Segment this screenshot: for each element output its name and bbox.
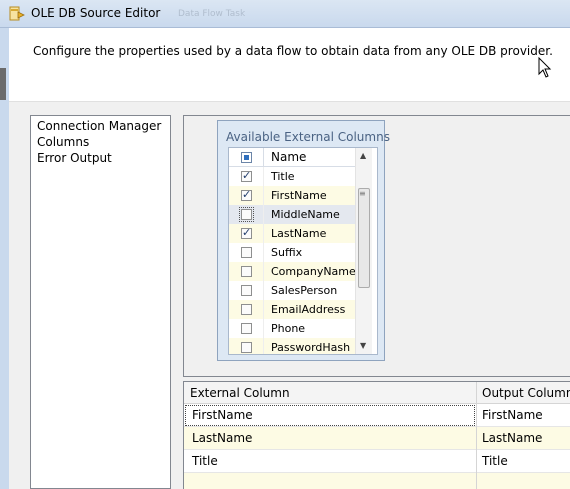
output-column-header[interactable]: Output Column [482, 386, 570, 400]
window-title: OLE DB Source Editor [31, 6, 161, 20]
column-checkbox[interactable] [241, 323, 252, 334]
column-checkbox[interactable]: ✓ [241, 188, 252, 201]
column-row[interactable]: CompanyName [229, 262, 356, 281]
list-header: Name [229, 148, 355, 167]
cell-separator [263, 186, 264, 205]
mapping-row[interactable]: Title Title [184, 450, 570, 473]
column-name: CompanyName [271, 265, 356, 278]
output-column-cell[interactable]: Title [482, 454, 508, 468]
column-checkbox[interactable] [241, 247, 252, 258]
select-all-checkbox[interactable] [241, 152, 252, 163]
column-separator[interactable] [476, 382, 477, 489]
external-column-header[interactable]: External Column [190, 386, 290, 400]
name-column-header[interactable]: Name [271, 150, 306, 164]
output-column-cell[interactable]: LastName [482, 431, 542, 445]
cell-separator [263, 319, 264, 338]
nav-item-columns[interactable]: Columns [37, 135, 89, 149]
output-column-cell[interactable]: FirstName [482, 408, 543, 422]
mouse-pointer-icon [538, 56, 552, 82]
column-row[interactable]: Suffix [229, 243, 355, 262]
column-row[interactable]: Phone [229, 319, 355, 338]
column-row[interactable]: MiddleName [229, 205, 355, 224]
nav-item-error-output[interactable]: Error Output [37, 151, 112, 165]
scroll-thumb[interactable] [358, 188, 370, 288]
available-columns-box: Available External Columns Name ✓ Title ✓ F… [217, 120, 390, 361]
cell-separator [263, 262, 264, 281]
column-row[interactable]: ✓ FirstName [229, 186, 355, 205]
column-name: FirstName [271, 189, 327, 202]
nav-item-connection-manager[interactable]: Connection Manager [37, 119, 161, 133]
column-name: PasswordHash [271, 341, 351, 354]
cell-separator [263, 300, 264, 319]
window-frame-marker [0, 68, 6, 100]
column-mapping-grid: External Column Output Column FirstName F… [183, 381, 570, 489]
grip-icon: ≡ [359, 189, 366, 198]
available-columns-title: Available External Columns [226, 130, 390, 144]
checkmark-icon: ✓ [242, 188, 252, 201]
page-navigation: Connection Manager Columns Error Output [30, 115, 171, 489]
external-column-cell[interactable]: Title [192, 454, 218, 468]
column-name: EmailAddress [271, 303, 346, 316]
column-checkbox[interactable] [239, 207, 254, 222]
column-checkbox[interactable] [241, 304, 252, 315]
column-name: SalesPerson [271, 284, 338, 297]
background-tab-hint: Data Flow Task [178, 9, 246, 19]
column-checkbox[interactable]: ✓ [241, 226, 252, 239]
available-columns-list: Name ✓ Title ✓ FirstName MiddleName ✓ LastName… [228, 147, 378, 355]
editor-header: Configure the properties used by a data … [9, 28, 570, 101]
column-name: Title [271, 170, 295, 183]
column-row[interactable]: ✓ LastName [229, 224, 355, 243]
column-row[interactable]: SalesPerson [229, 281, 355, 300]
list-scrollbar[interactable]: ▲ ≡ ▼ [355, 148, 372, 354]
mapping-row[interactable]: LastName LastName [184, 427, 570, 450]
cell-separator [263, 167, 264, 186]
column-checkbox[interactable] [241, 342, 252, 353]
checkmark-icon: ✓ [242, 169, 252, 182]
cell-separator [263, 243, 264, 262]
cell-separator [263, 224, 264, 243]
ssis-source-icon [9, 6, 25, 22]
external-column-cell[interactable]: LastName [192, 431, 252, 445]
scroll-up-icon[interactable]: ▲ [360, 151, 366, 160]
cell-separator [263, 281, 264, 300]
column-row[interactable]: PasswordHash [229, 338, 355, 354]
cell-separator [263, 338, 264, 354]
title-bar: OLE DB Source Editor Data Flow Task [0, 0, 570, 28]
cell-separator [263, 205, 264, 224]
column-name: Phone [271, 322, 306, 335]
column-checkbox[interactable] [241, 285, 252, 296]
column-name: Suffix [271, 246, 303, 259]
column-checkbox[interactable]: ✓ [241, 169, 252, 182]
scroll-down-icon[interactable]: ▼ [360, 341, 366, 350]
column-row[interactable]: ✓ Title [229, 167, 355, 186]
column-name: LastName [271, 227, 327, 240]
column-row[interactable]: EmailAddress [229, 300, 355, 319]
mapping-row[interactable]: FirstName FirstName [184, 404, 570, 427]
mapping-row[interactable] [184, 473, 570, 489]
checkmark-icon: ✓ [242, 226, 252, 239]
grid-header: External Column Output Column [184, 382, 570, 404]
external-column-cell[interactable]: FirstName [192, 408, 253, 422]
header-separator [263, 148, 264, 167]
editor-description: Configure the properties used by a data … [33, 44, 553, 58]
column-name: MiddleName [271, 208, 340, 221]
column-checkbox[interactable] [241, 266, 252, 277]
